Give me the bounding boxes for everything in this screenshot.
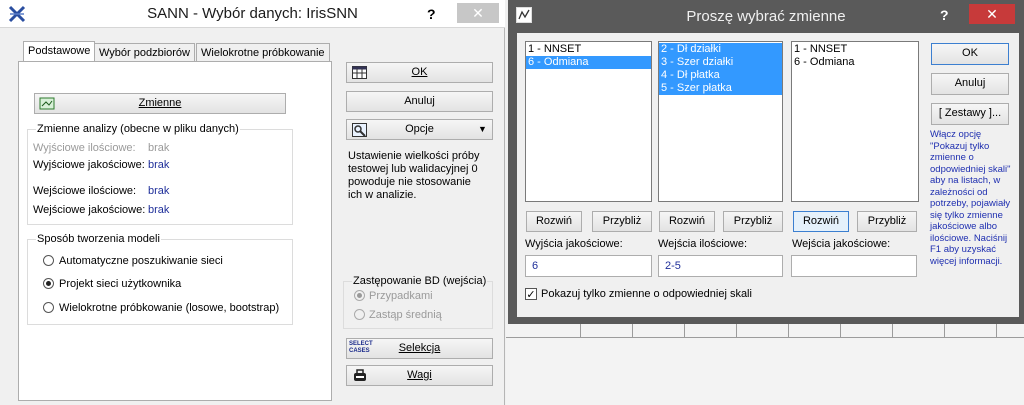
cancel-button[interactable]: Anuluj — [931, 73, 1009, 95]
list-variables-1[interactable]: 1 - NNSET 6 - Odmiana — [525, 41, 652, 202]
close-button[interactable]: ✕ — [457, 3, 499, 23]
weights-icon — [352, 369, 368, 383]
missing-data-group — [343, 281, 493, 329]
help-button[interactable]: ? — [427, 0, 436, 28]
selection-button[interactable]: SELECT CASES Selekcja — [346, 338, 493, 359]
cancel-button[interactable]: Anuluj — [346, 91, 493, 112]
ruler-tick — [736, 324, 737, 338]
variables-button[interactable]: Zmienne — [34, 93, 286, 114]
ok-button[interactable]: OK — [931, 43, 1009, 65]
expand-button-2[interactable]: Rozwiń — [659, 211, 715, 232]
close-button[interactable]: ✕ — [969, 4, 1015, 24]
input-quantitative-field-label: Wejścia ilościowe: — [658, 238, 748, 250]
zoom-button-3[interactable]: Przybliż — [857, 211, 917, 232]
list-item[interactable]: 1 - NNSET — [526, 43, 651, 56]
tab-podstawowe[interactable]: Podstawowe — [23, 41, 96, 62]
list-item[interactable]: 2 - Dł działki — [659, 43, 782, 56]
sets-button[interactable]: [ Zestawy ]... — [931, 103, 1009, 125]
input-qualitative-field-label: Wejścia jakościowe: — [792, 238, 891, 250]
sann-data-selection-window: SANN - Wybór danych: IrisSNN ? ✕ Podstaw… — [0, 0, 505, 405]
list-item[interactable]: 6 - Odmiana — [526, 56, 651, 69]
radio-multiple-sampling[interactable] — [43, 302, 54, 313]
show-matching-scale-label: Pokazuj tylko zmienne o odpowiedniej ska… — [541, 288, 752, 300]
test-sample-info: Ustawienie wielkości próby testowej lub … — [348, 150, 480, 201]
ok-button[interactable]: OK — [346, 62, 493, 83]
ruler-tick — [580, 324, 581, 338]
selection-button-label: Selekcja — [398, 342, 441, 354]
list-item[interactable]: 6 - Odmiana — [792, 56, 918, 69]
radio-replace-mean-label: Zastąp średnią — [369, 309, 442, 321]
ruler-tick — [996, 324, 997, 338]
table-icon — [352, 66, 367, 79]
tab-wielokrotne-probkowanie[interactable]: Wielokrotne próbkowanie — [196, 43, 330, 62]
tab-wybor-podzbiorow[interactable]: Wybór podzbiorów — [94, 43, 195, 62]
ok-button-label: OK — [411, 66, 428, 78]
list-variables-2[interactable]: 2 - Dł działki 3 - Szer działki 4 - Dł p… — [658, 41, 783, 202]
select-cases-icon-line1: SELECT — [349, 341, 373, 347]
missing-data-group-title: Zastępowanie BD (wejścia) — [352, 275, 488, 287]
options-button[interactable]: Opcje ▼ — [346, 119, 493, 140]
expand-button-1[interactable]: Rozwiń — [526, 211, 582, 232]
radio-automatic-search[interactable] — [43, 255, 54, 266]
radio-automatic-search-label: Automatyczne poszukiwanie sieci — [59, 255, 223, 267]
show-matching-scale-checkbox[interactable]: ✓ — [525, 288, 537, 301]
list-item[interactable]: 5 - Szer płatka — [659, 82, 782, 95]
variables-button-label: Zmienne — [138, 97, 182, 109]
dropdown-arrow-icon: ▼ — [478, 124, 487, 134]
output-quantitative-value: brak — [148, 142, 170, 154]
model-group-title: Sposób tworzenia modeli — [36, 233, 161, 245]
analysis-group-title: Zmienne analizy (obecne w pliku danych) — [36, 123, 240, 135]
ruler-tick — [632, 324, 633, 338]
input-qualitative-input[interactable] — [791, 255, 917, 277]
ruler-tick — [892, 324, 893, 338]
list-item[interactable]: 4 - Dł płatka — [659, 69, 782, 82]
output-quantitative-label: Wyjściowe ilościowe: — [33, 142, 136, 154]
zoom-button-1[interactable]: Przybliż — [592, 211, 652, 232]
expand-button-3[interactable]: Rozwiń — [793, 211, 849, 232]
select-cases-icon-line2: CASES — [349, 348, 370, 354]
input-qualitative-label: Wejściowe jakościowe: — [33, 204, 146, 216]
input-quantitative-value: brak — [148, 185, 170, 197]
help-note: Włącz opcję "Pokazuj tylko zmienne o odp… — [930, 129, 1011, 267]
input-qualitative-value: brak — [148, 204, 170, 216]
ruler-tick — [840, 324, 841, 338]
weights-button-label: Wagi — [407, 369, 432, 381]
radio-user-network-design-label: Projekt sieci użytkownika — [59, 278, 182, 290]
variables-icon — [39, 97, 55, 110]
options-icon — [352, 123, 367, 137]
weights-button[interactable]: Wagi — [346, 365, 493, 386]
output-qualitative-field-label: Wyjścia jakościowe: — [525, 238, 623, 250]
radio-replace-mean[interactable] — [354, 309, 365, 320]
help-button[interactable]: ? — [940, 1, 949, 29]
radio-multiple-sampling-label: Wielokrotne próbkowanie (losowe, bootstr… — [59, 302, 280, 314]
ruler-tick — [944, 324, 945, 338]
radio-user-network-design[interactable] — [43, 278, 54, 289]
spreadsheet-ruler — [506, 324, 1024, 338]
input-quantitative-input[interactable]: 2-5 — [658, 255, 783, 277]
zoom-button-2[interactable]: Przybliż — [723, 211, 783, 232]
output-qualitative-value: brak — [148, 159, 170, 171]
input-quantitative-label: Wejściowe ilościowe: — [33, 185, 137, 197]
list-item[interactable]: 3 - Szer działki — [659, 56, 782, 69]
options-button-label: Opcje — [405, 123, 434, 135]
output-qualitative-label: Wyjściowe jakościowe: — [33, 159, 145, 171]
radio-replace-cases-label: Przypadkami — [369, 290, 433, 302]
ruler-tick — [788, 324, 789, 338]
list-item[interactable]: 1 - NNSET — [792, 43, 918, 56]
list-variables-3[interactable]: 1 - NNSET 6 - Odmiana — [791, 41, 919, 202]
ruler-tick — [684, 324, 685, 338]
select-cases-icon: SELECT CASES — [349, 341, 373, 355]
radio-replace-cases[interactable] — [354, 290, 365, 301]
output-qualitative-input[interactable]: 6 — [525, 255, 652, 277]
